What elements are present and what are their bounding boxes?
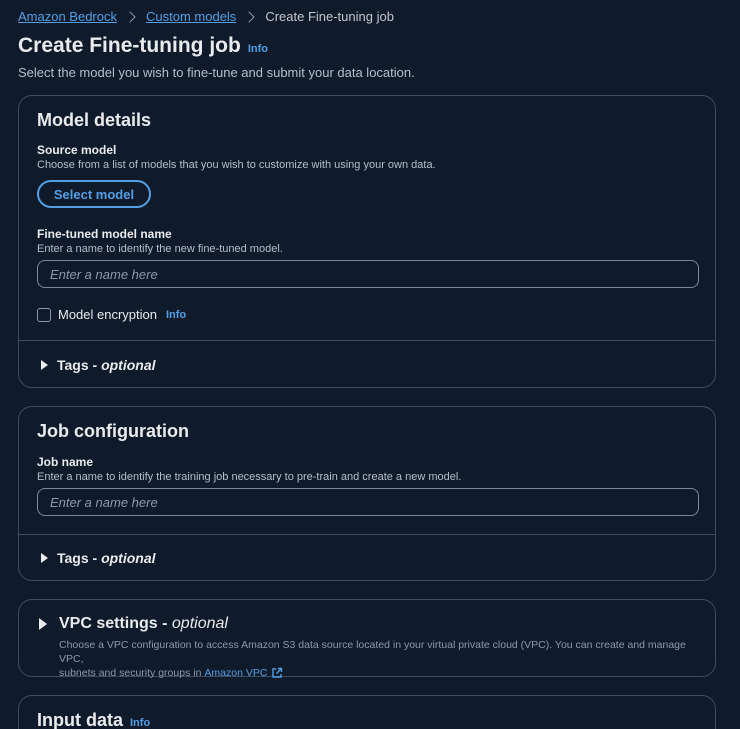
caret-right-icon xyxy=(39,618,47,630)
fine-tuned-model-name-input[interactable]: Enter a name here xyxy=(37,260,699,288)
vpc-settings-text: VPC settings - xyxy=(59,615,172,632)
breadcrumb-current: Create Fine-tuning job xyxy=(265,9,394,24)
job-name-input[interactable]: Enter a name here xyxy=(37,488,699,516)
job-name-placeholder: Enter a name here xyxy=(50,494,158,510)
model-tags-optional: optional xyxy=(101,357,156,373)
amazon-vpc-link[interactable]: Amazon VPC xyxy=(204,666,267,680)
vpc-settings-expander[interactable]: VPC settings - optional xyxy=(39,615,228,633)
job-configuration-card: Job configuration Job name Enter a name … xyxy=(18,406,716,581)
page-title: Create Fine-tuning job xyxy=(18,34,241,57)
input-data-header: Input data xyxy=(37,710,123,729)
divider xyxy=(19,340,715,341)
caret-right-icon xyxy=(41,360,48,370)
model-tags-label: Tags - optional xyxy=(57,357,156,373)
page-info-link[interactable]: Info xyxy=(248,43,268,55)
model-encryption-info-link[interactable]: Info xyxy=(166,309,186,321)
vpc-settings-optional: optional xyxy=(171,615,228,632)
external-link-icon[interactable] xyxy=(271,667,283,679)
model-tags-text: Tags - xyxy=(57,357,102,373)
vpc-settings-label: VPC settings - optional xyxy=(59,615,228,633)
job-name-label: Job name xyxy=(37,455,94,469)
fine-tuned-model-name-label: Fine-tuned model name xyxy=(37,227,172,241)
vpc-settings-description: Choose a VPC configuration to access Ama… xyxy=(59,638,709,680)
source-model-description: Choose from a list of models that you wi… xyxy=(37,159,436,171)
vpc-desc-line2: subnets and security groups in xyxy=(59,667,202,679)
vpc-desc-line1: Choose a VPC configuration to access Ama… xyxy=(59,639,686,665)
model-tags-expander[interactable]: Tags - optional xyxy=(41,357,156,373)
page-description: Select the model you wish to fine-tune a… xyxy=(18,65,415,80)
breadcrumb-amazon-bedrock[interactable]: Amazon Bedrock xyxy=(18,9,117,24)
vpc-settings-card: VPC settings - optional Choose a VPC con… xyxy=(18,599,716,680)
chevron-right-icon xyxy=(124,10,136,23)
job-tags-text: Tags - xyxy=(57,550,102,566)
model-encryption-label: Model encryption xyxy=(58,307,157,322)
chevron-right-icon xyxy=(243,10,255,23)
source-model-label: Source model xyxy=(37,143,117,157)
breadcrumb-custom-models[interactable]: Custom models xyxy=(146,9,236,24)
divider xyxy=(19,534,715,535)
fine-tuned-model-name-description: Enter a name to identify the new fine-tu… xyxy=(37,243,283,255)
job-tags-optional: optional xyxy=(101,550,156,566)
input-data-header-row: Input data Info xyxy=(37,710,150,729)
model-encryption-checkbox[interactable] xyxy=(37,307,51,322)
caret-right-icon xyxy=(41,553,48,563)
input-data-card: Input data Info xyxy=(18,695,716,729)
model-encryption-row: Model encryption Info xyxy=(37,307,186,322)
page-header: Create Fine-tuning job Info xyxy=(18,34,268,58)
input-data-info-link[interactable]: Info xyxy=(130,717,150,729)
fine-tuned-model-name-placeholder: Enter a name here xyxy=(50,266,158,282)
job-name-description: Enter a name to identify the training jo… xyxy=(37,471,462,483)
model-details-card: Model details Source model Choose from a… xyxy=(18,95,716,388)
model-details-header: Model details xyxy=(37,110,152,130)
breadcrumb: Amazon Bedrock Custom models Create Fine… xyxy=(18,9,394,24)
job-tags-label: Tags - optional xyxy=(57,550,156,566)
select-model-button[interactable]: Select model xyxy=(37,180,151,208)
job-configuration-header: Job configuration xyxy=(37,421,189,441)
job-tags-expander[interactable]: Tags - optional xyxy=(41,550,156,566)
